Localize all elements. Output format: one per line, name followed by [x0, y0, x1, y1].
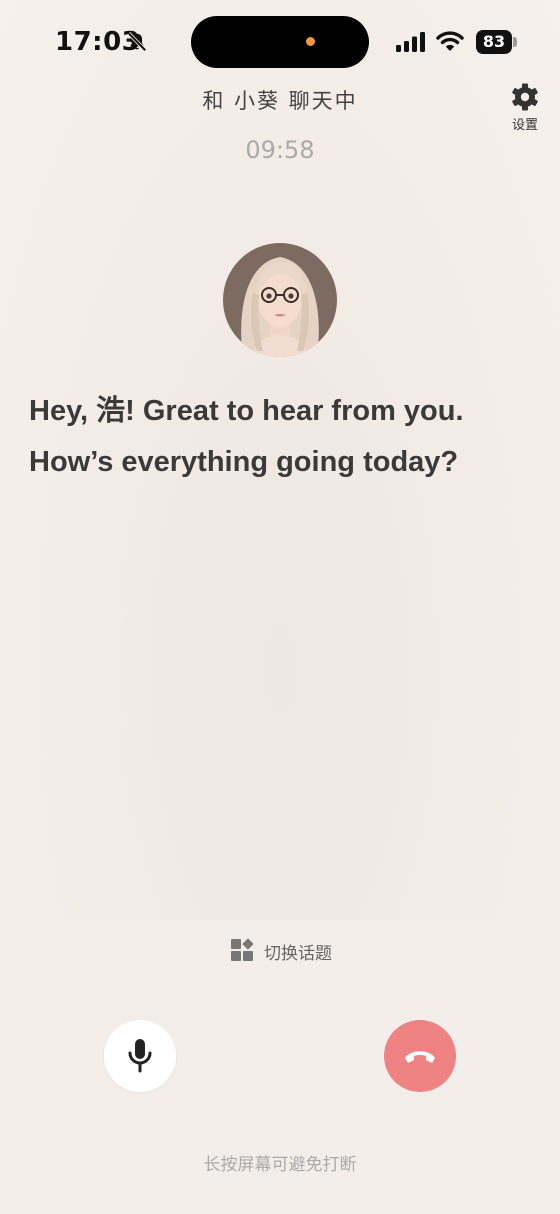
- signal-icon: [396, 32, 425, 52]
- battery-cap: [513, 37, 517, 47]
- status-bar: 17:03 83: [0, 0, 560, 84]
- bell-slash-icon: [127, 32, 147, 52]
- settings-button[interactable]: 设置: [504, 82, 546, 138]
- assistant-message: Hey, 浩! Great to hear from you. How’s ev…: [29, 395, 464, 478]
- battery-level: 83: [482, 32, 506, 51]
- widgets-icon: [231, 938, 254, 961]
- recording-indicator: [306, 37, 315, 46]
- dynamic-island: [191, 16, 369, 68]
- phone-hangup-icon: [405, 1051, 435, 1063]
- microphone-button[interactable]: [104, 1020, 176, 1092]
- battery-icon: 83: [476, 30, 512, 54]
- avatar-illustration: [223, 243, 337, 357]
- switch-topic-label: 切换话题: [264, 944, 332, 964]
- microphone-icon: [128, 1039, 152, 1073]
- settings-label: 设置: [511, 118, 538, 133]
- call-timer: 09:58: [245, 136, 315, 164]
- hangup-button[interactable]: [384, 1020, 456, 1092]
- wifi-icon: [436, 31, 464, 51]
- gear-icon: [512, 83, 538, 111]
- chat-title: 和 小葵 聊天中: [202, 89, 358, 113]
- avatar: [223, 243, 337, 357]
- interrupt-hint: 长按屏幕可避免打断: [203, 1155, 357, 1175]
